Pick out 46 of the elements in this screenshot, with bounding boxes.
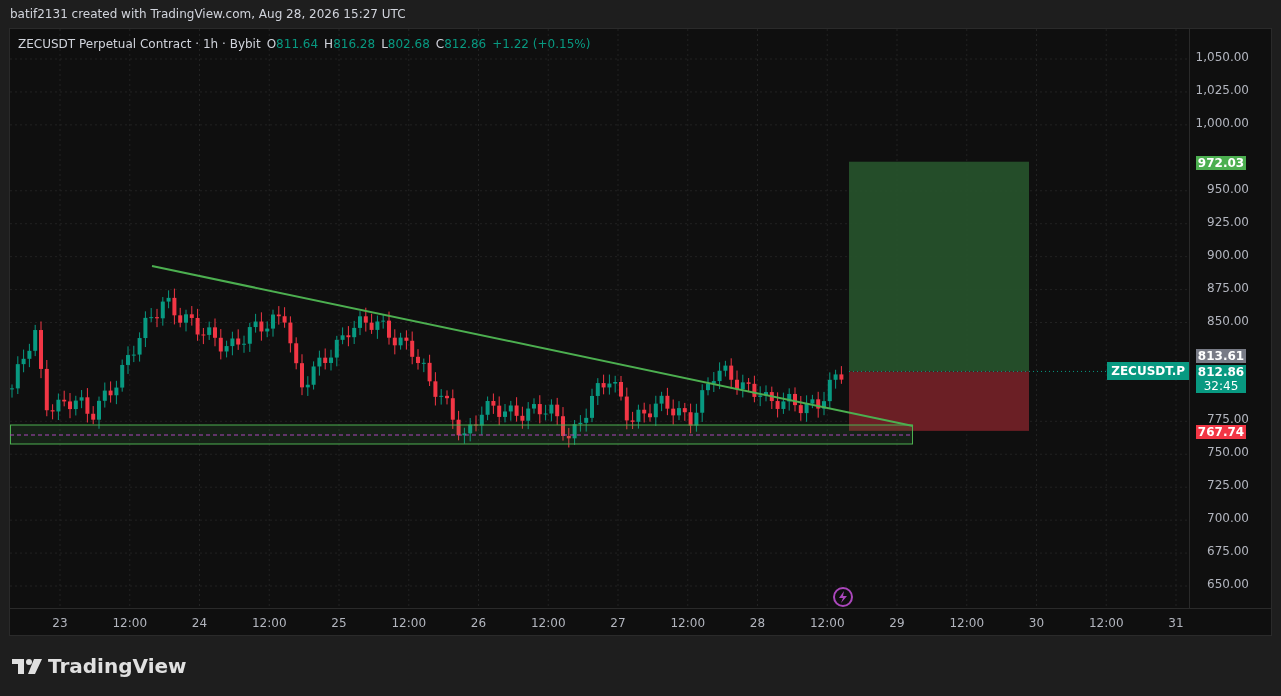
time-tick: 31 <box>1167 615 1185 632</box>
price-tick: 950.00 <box>1207 182 1249 195</box>
time-tick: 23 <box>51 615 69 632</box>
ohlc-value: L802.68 <box>381 36 430 53</box>
logo-icon <box>12 658 42 674</box>
price-tick: 900.00 <box>1207 248 1249 261</box>
lightning-icon <box>833 587 853 607</box>
brand-name: TradingView <box>48 653 187 680</box>
time-tick: 30 <box>1027 615 1046 632</box>
price-tick: 1,000.00 <box>1195 116 1249 129</box>
price-tick: 850.00 <box>1207 314 1249 327</box>
time-tick: 29 <box>888 615 906 632</box>
symbol-title: ZECUSDT Perpetual Contract · 1h · Bybit <box>18 36 261 53</box>
price-label: 812.86 32:45 <box>1196 365 1246 394</box>
time-tick: 25 <box>330 615 348 632</box>
byline: batif2131 created with TradingView.com, Aug 28, 2026 15:27 UTC <box>10 6 406 23</box>
price-tick: 1,050.00 <box>1195 51 1249 63</box>
time-tick: 26 <box>469 615 488 632</box>
price-tick: 925.00 <box>1207 215 1249 228</box>
time-tick: 12:00 <box>250 615 288 632</box>
price-tick: 750.00 <box>1207 446 1249 459</box>
price-tick: 1,025.00 <box>1195 83 1249 96</box>
price-tick: 725.00 <box>1207 479 1249 492</box>
price-tick: 675.00 <box>1207 545 1249 558</box>
time-tick: 12:00 <box>808 615 846 632</box>
ohlc-value: C812.86 <box>435 36 487 53</box>
time-tick: 24 <box>190 615 209 632</box>
time-tick: 12:00 <box>529 615 567 632</box>
price-change: +1.22 (+0.15%) <box>492 36 591 53</box>
price-label: 813.61 <box>1196 349 1246 364</box>
time-tick: 28 <box>748 615 767 632</box>
price-tick: 875.00 <box>1207 281 1249 294</box>
ohlc-value: O811.64 <box>266 36 319 53</box>
price-tick: 775.00 <box>1207 413 1249 426</box>
time-tick: 12:00 <box>111 615 149 632</box>
time-tick: 12:00 <box>390 615 428 632</box>
symbol-tag: ZECUSDT.P <box>1107 362 1189 381</box>
time-tick: 27 <box>609 615 627 632</box>
time-tick: 12:00 <box>1087 615 1125 632</box>
price-label: 972.03 <box>1196 155 1246 170</box>
price-tick: 700.00 <box>1207 512 1249 525</box>
ohlc-value: H816.28 <box>324 36 376 53</box>
time-tick: 12:00 <box>669 615 707 632</box>
price-label: 767.74 <box>1196 424 1246 439</box>
time-tick: 12:00 <box>948 615 986 632</box>
price-tick: 650.00 <box>1207 578 1249 590</box>
